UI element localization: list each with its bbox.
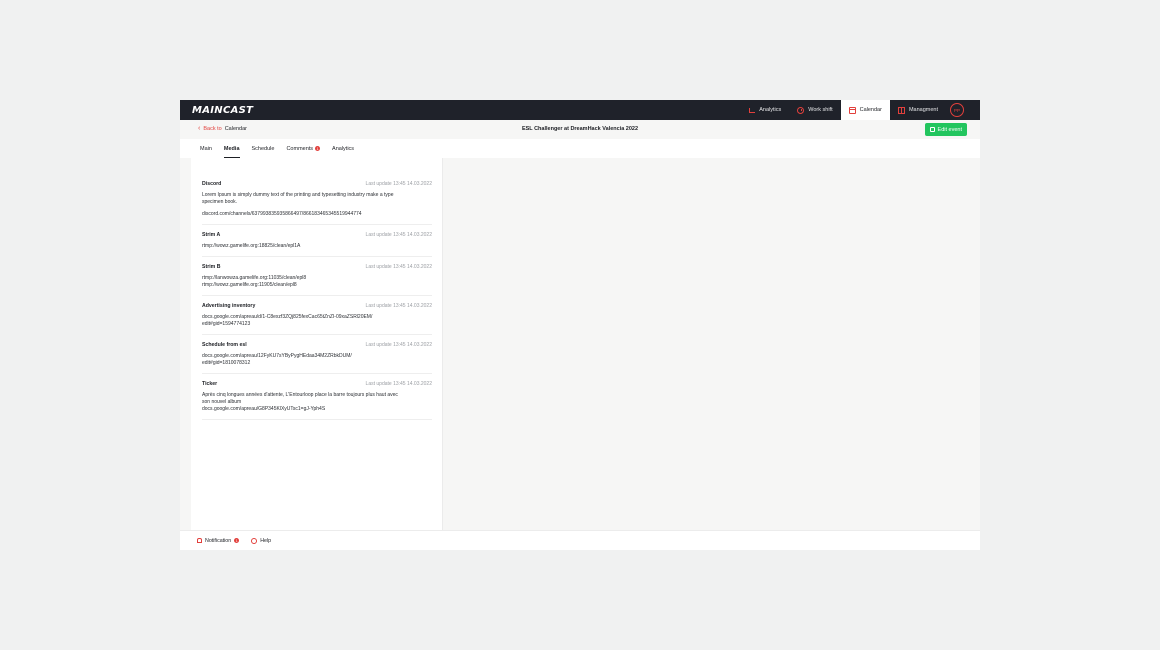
tab-main-label: Main — [200, 145, 212, 152]
tab-schedule-label: Schedule — [251, 145, 275, 152]
notification-label: Notification — [205, 537, 232, 544]
tab-analytics-label: Analytics — [332, 145, 355, 152]
media-item-text: docs.google.com/apreau/12FyKU7sYByPygHEd… — [202, 353, 352, 359]
nav-calendar-label: Calendar — [859, 107, 882, 113]
media-item-text: rtmp://lanwowza.gamelife.org:11035/clean… — [202, 275, 307, 281]
edit-event-button[interactable]: Edit event — [924, 123, 967, 136]
media-item: Strim A Last update 13:45 14.03.2022 rtmp:… — [202, 225, 432, 257]
media-item: Schedule from esl Last update 13:45 14.03… — [202, 335, 432, 374]
media-item-header: Strim A Last update 13:45 14.03.2022 — [202, 230, 432, 240]
media-item-title: Advertising inventory — [202, 303, 256, 309]
media-item-text: docs.google.com/apreau/d/1-C8exzf3ZQj825… — [202, 314, 373, 320]
media-item: Strim B Last update 13:45 14.03.2022 rtmp:… — [202, 257, 432, 296]
event-header: ‹ Back to Calendar ESL Challenger at Dre… — [180, 120, 980, 139]
edit-event-label: Edit event — [937, 126, 962, 133]
media-item: Discord Last update 13:45 14.03.2022 Lorem… — [202, 174, 432, 225]
content-area: Discord Last update 13:45 14.03.2022 Lorem… — [180, 158, 980, 530]
nav-work-shift-label: Work shift — [808, 107, 833, 113]
clock-icon — [797, 106, 805, 114]
media-item-text: rtmp://wowz.gamelife.org:11905/clean/epl… — [202, 282, 297, 288]
analytics-icon — [748, 107, 756, 114]
app-window: MAINCAST Analytics Work shift Calendar M… — [180, 100, 980, 550]
tab-comments[interactable]: Comments 1 — [280, 139, 326, 158]
media-item-body: docs.google.com/apreau/d/1-C8exzf3ZQj825… — [202, 314, 432, 328]
footer-bar: Notification 1 Help — [180, 530, 980, 550]
media-item-header: Schedule from esl Last update 13:45 14.03… — [202, 340, 432, 350]
media-item-last-update: Last update 13:45 14.03.2022 — [365, 181, 432, 187]
help-icon — [251, 537, 258, 544]
nav-work-shift[interactable]: Work shift — [789, 100, 840, 120]
main-nav: Analytics Work shift Calendar Managment … — [740, 100, 980, 120]
nav-management[interactable]: Managment — [890, 100, 946, 120]
media-item-text: Lorem Ipsum is simply dummy text of the … — [202, 192, 394, 198]
logo-text: MAINCAST — [192, 104, 254, 116]
notification-button[interactable]: Notification 1 — [197, 537, 240, 544]
tab-analytics[interactable]: Analytics — [326, 139, 360, 158]
media-item-text: edit#gid=1810078312 — [202, 360, 251, 366]
calendar-icon — [848, 106, 856, 114]
nav-management-label: Managment — [908, 107, 938, 113]
media-item-header: Ticker Last update 13:45 14.03.2022 — [202, 379, 432, 389]
media-item-text: edit#gid=1594774123 — [202, 321, 251, 327]
user-avatar[interactable]: PP — [950, 103, 964, 117]
page-title: ESL Challenger at DreamHack Valencia 202… — [521, 126, 639, 132]
nav-analytics-label: Analytics — [759, 107, 782, 113]
media-item-header: Discord Last update 13:45 14.03.2022 — [202, 179, 432, 189]
maincast-logo[interactable]: MAINCAST — [192, 104, 253, 116]
media-item-text: discord.com/channels/637993835935866497/… — [202, 211, 362, 217]
media-item-text: specimen book. — [202, 199, 238, 205]
media-item-last-update: Last update 13:45 14.03.2022 — [365, 342, 432, 348]
media-list: Discord Last update 13:45 14.03.2022 Lorem… — [202, 174, 432, 420]
media-item-text: Après cinq longues années d'attente, L'E… — [202, 392, 398, 398]
media-item-title: Schedule from esl — [202, 342, 247, 348]
media-item-title: Ticker — [202, 381, 218, 387]
notification-badge: 1 — [234, 538, 240, 543]
media-item-last-update: Last update 13:45 14.03.2022 — [365, 303, 432, 309]
media-item-text: docs.google.com/apreau/G8P345KlXyUTsc1=g… — [202, 406, 326, 412]
media-item-body: docs.google.com/apreau/12FyKU7sYByPygHEd… — [202, 353, 432, 367]
media-item-body: rtmp://wowz.gamelife.org:18825/clean/epl… — [202, 243, 432, 250]
media-item-last-update: Last update 13:45 14.03.2022 — [365, 264, 432, 270]
edit-icon — [929, 127, 935, 132]
help-button[interactable]: Help — [251, 537, 272, 544]
media-item-header: Strim B Last update 13:45 14.03.2022 — [202, 262, 432, 272]
media-item-title: Discord — [202, 181, 222, 187]
media-item: Advertising inventory Last update 13:45 1… — [202, 296, 432, 335]
media-item-text: rtmp://wowz.gamelife.org:18825/clean/epl… — [202, 243, 301, 249]
media-item-title: Strim B — [202, 264, 221, 270]
media-item-last-update: Last update 13:45 14.03.2022 — [365, 381, 432, 387]
media-item-text: son nouvel album — [202, 399, 242, 405]
help-label: Help — [260, 537, 272, 544]
media-item-body: rtmp://lanwowza.gamelife.org:11035/clean… — [202, 275, 432, 289]
tab-main[interactable]: Main — [194, 139, 218, 158]
media-item: Ticker Last update 13:45 14.03.2022 Après … — [202, 374, 432, 420]
media-item-title: Strim A — [202, 232, 221, 238]
media-item-body: Après cinq longues années d'attente, L'E… — [202, 392, 432, 413]
media-item-body: Lorem Ipsum is simply dummy text of the … — [202, 192, 432, 218]
comments-count-badge: 1 — [315, 146, 321, 151]
top-navigation-bar: MAINCAST Analytics Work shift Calendar M… — [180, 100, 980, 120]
nav-calendar[interactable]: Calendar — [840, 100, 890, 120]
bell-icon — [197, 538, 202, 543]
tab-media-label: Media — [223, 145, 240, 152]
tab-schedule[interactable]: Schedule — [246, 139, 281, 158]
management-icon — [897, 106, 905, 114]
media-panel: Discord Last update 13:45 14.03.2022 Lorem… — [191, 158, 443, 530]
tab-media[interactable]: Media — [218, 139, 246, 158]
nav-analytics[interactable]: Analytics — [740, 100, 789, 120]
media-item-header: Advertising inventory Last update 13:45 1… — [202, 301, 432, 311]
media-item-last-update: Last update 13:45 14.03.2022 — [365, 232, 432, 238]
tab-comments-label: Comments — [286, 145, 314, 152]
event-tabs: Main Media Schedule Comments 1 Analytics — [194, 139, 360, 158]
